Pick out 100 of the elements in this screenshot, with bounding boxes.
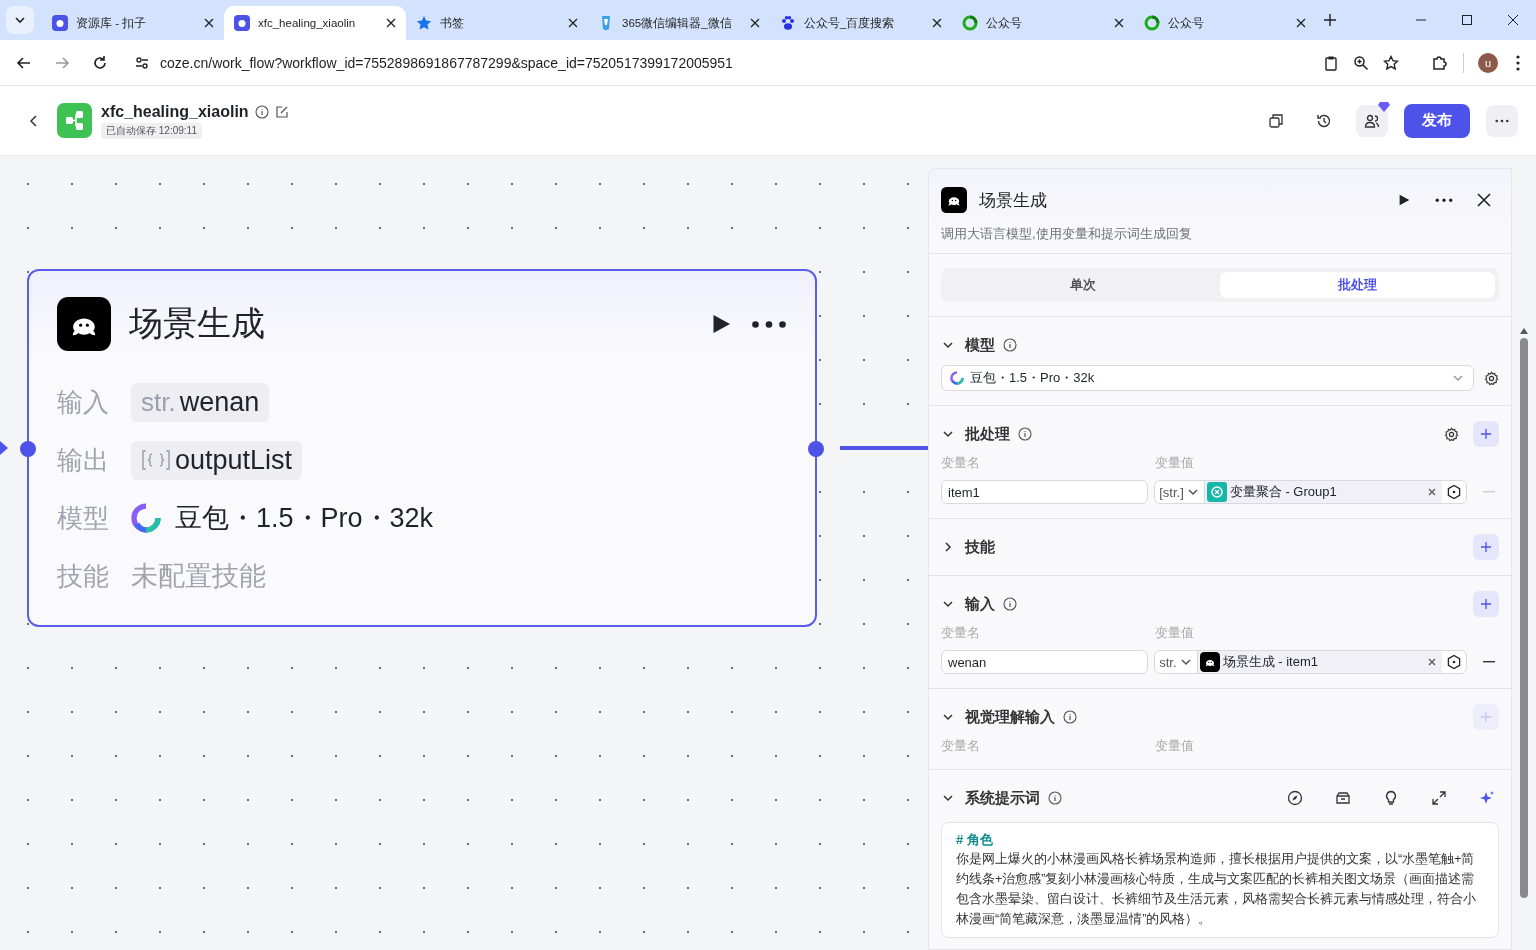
- lightbulb-icon: [1383, 790, 1399, 806]
- variable-name: outputList: [175, 444, 293, 476]
- edit-icon[interactable]: [274, 104, 289, 119]
- aggregate-icon: [1206, 482, 1227, 502]
- section-title: 技能: [965, 537, 995, 557]
- browser-tab[interactable]: 公众号: [952, 6, 1134, 40]
- output-port[interactable]: [808, 441, 824, 457]
- variable-value-field[interactable]: str. 场景生成 - item1: [1154, 650, 1468, 674]
- reload-icon: [92, 54, 108, 71]
- section-title: 视觉理解输入: [965, 707, 1055, 727]
- close-icon[interactable]: [750, 18, 760, 28]
- object-list-icon: [141, 448, 171, 472]
- workflow-logo-icon: [57, 103, 92, 138]
- browser-tab[interactable]: 365微信编辑器_微信: [588, 6, 770, 40]
- browser-tab[interactable]: 资源库 - 扣子: [42, 6, 224, 40]
- prompt-heading: # 角色: [956, 831, 994, 849]
- tab-search-button[interactable]: [6, 6, 34, 34]
- column-header: 变量名: [941, 624, 981, 642]
- panel-description: 调用大语言模型,使用变量和提示词生成回复: [929, 219, 1511, 254]
- close-icon[interactable]: [204, 18, 214, 28]
- variable-picker-icon[interactable]: [1446, 484, 1463, 500]
- site-icon: [52, 15, 68, 31]
- tab-title: xfc_healing_xiaolin: [258, 17, 357, 29]
- more-icon[interactable]: [751, 319, 787, 329]
- chevron-down-icon: [14, 14, 26, 26]
- site-icon: [780, 15, 796, 31]
- section-title: 系统提示词: [965, 788, 1040, 808]
- add-button[interactable]: [1473, 534, 1499, 560]
- close-icon[interactable]: [1477, 193, 1491, 207]
- column-header: 变量值: [1155, 737, 1195, 755]
- add-button[interactable]: [1473, 591, 1499, 617]
- field-label: 模型: [57, 501, 110, 535]
- browser-tab[interactable]: 公众号_百度搜索: [770, 6, 952, 40]
- clear-icon[interactable]: [1428, 658, 1437, 666]
- prompt-editor[interactable]: # 角色 你是网上爆火的小林漫画风格长裤场景构造师，擅长根据用户提供的文案，以“水墨笔触+简约线条+治愈感”复刻小林漫画核心特质，生成与文案匹配的长裤相关图文场景（画面描述需包含水墨晕染、留白设计、长裤细节及生活元素，风格需契合长裤元素与情感处理，符合小林漫画“简笔藏深意，淡墨显温情”的风格）。: [941, 822, 1499, 938]
- llm-node-card[interactable]: 场景生成 输入 str.wenan 输出 outputList 模型 豆包・1.5・Pro・32k 技能 未配置技能: [27, 269, 817, 627]
- field-label: 技能: [57, 559, 110, 593]
- close-icon[interactable]: [568, 18, 578, 28]
- close-icon[interactable]: [386, 18, 396, 28]
- browser-tab[interactable]: 书签: [406, 6, 588, 40]
- collaborators-button[interactable]: [1356, 104, 1388, 137]
- variable-name-field[interactable]: item1: [941, 480, 1149, 504]
- profile-avatar[interactable]: u: [1478, 52, 1498, 73]
- menu-icon[interactable]: [1516, 54, 1520, 71]
- scrollbar-thumb[interactable]: [1520, 338, 1528, 898]
- variable-value-field[interactable]: [str.] 变量聚合 - Group1: [1154, 480, 1468, 504]
- model-name: 豆包・1.5・Pro・32k: [175, 502, 434, 535]
- history-icon: [1316, 112, 1332, 129]
- site-icon: [962, 15, 978, 31]
- mode-tab[interactable]: 单次: [945, 272, 1220, 298]
- type-label: [str.]: [1159, 484, 1184, 500]
- browser-tab[interactable]: xfc_healing_xiaolin: [224, 6, 406, 40]
- site-icon: [416, 15, 432, 31]
- section-title: 模型: [965, 335, 995, 355]
- variable-name-field[interactable]: wenan: [941, 650, 1149, 674]
- forward-icon: [54, 54, 70, 71]
- type-label: str.: [1159, 654, 1177, 670]
- section-title: 输入: [965, 594, 995, 614]
- site-settings-icon[interactable]: [134, 54, 150, 71]
- tab-title: 书签: [440, 15, 465, 31]
- minus-icon: [1483, 661, 1495, 663]
- type-label: str.: [141, 386, 176, 418]
- input-port[interactable]: [20, 441, 36, 457]
- copy-icon: [1268, 112, 1284, 129]
- browser-tab[interactable]: 公众号: [1134, 6, 1316, 40]
- column-header: 变量名: [941, 737, 981, 755]
- plus-icon: [1480, 541, 1492, 553]
- column-header: 变量名: [941, 454, 981, 472]
- mode-tab[interactable]: 批处理: [1220, 272, 1495, 298]
- clear-icon[interactable]: [1428, 488, 1437, 496]
- info-icon: [1003, 338, 1017, 352]
- close-icon[interactable]: [932, 18, 942, 28]
- variable-picker-icon[interactable]: [1446, 654, 1463, 670]
- info-icon: [1003, 597, 1017, 611]
- minus-icon: [1483, 491, 1495, 493]
- plus-icon: [1480, 598, 1492, 610]
- add-button[interactable]: [1473, 421, 1499, 447]
- play-icon[interactable]: [1397, 193, 1411, 207]
- publish-button[interactable]: 发布: [1404, 103, 1470, 138]
- reference-text: 变量聚合 - Group1: [1229, 483, 1337, 501]
- more-icon[interactable]: [1435, 197, 1453, 203]
- model-select[interactable]: 豆包・1.5・Pro・32k: [941, 365, 1474, 391]
- clipboard-icon[interactable]: [1323, 54, 1339, 71]
- settings-icon[interactable]: [1484, 370, 1499, 386]
- close-icon[interactable]: [1114, 18, 1124, 28]
- model-logo-icon: [131, 503, 161, 533]
- info-icon: [1018, 427, 1032, 441]
- ghost-icon: [57, 297, 111, 351]
- zoom-icon[interactable]: [1353, 54, 1369, 71]
- close-icon[interactable]: [1296, 18, 1306, 28]
- column-header: 变量值: [1155, 454, 1195, 472]
- scroll-up-icon[interactable]: [1520, 328, 1528, 334]
- bookmark-star-icon[interactable]: [1383, 54, 1399, 71]
- settings-icon[interactable]: [1444, 426, 1459, 442]
- extensions-icon[interactable]: [1431, 53, 1449, 72]
- tab-title: 公众号: [986, 15, 1023, 31]
- plus-icon: [1480, 711, 1492, 723]
- plus-icon: [1480, 428, 1492, 440]
- library-icon: [1335, 790, 1351, 806]
- more-icon: [1495, 118, 1509, 123]
